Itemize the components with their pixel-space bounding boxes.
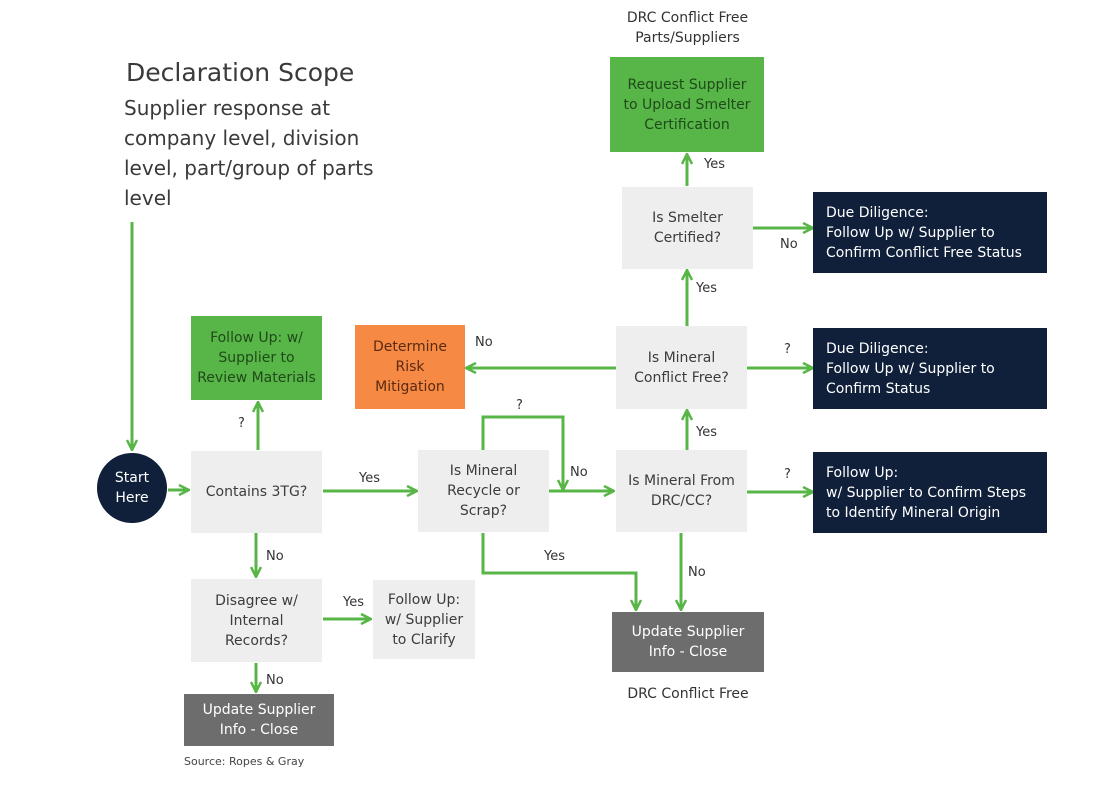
edge-label-yes-conflict-smelter: Yes	[696, 281, 717, 296]
edge-label-no-recycle: No	[570, 465, 588, 480]
action-update-supplier-close-left-label: Update Supplier Info - Close	[202, 702, 316, 738]
edge-label-yes-smelter-request: Yes	[704, 157, 725, 172]
decision-conflict-free[interactable]: Is Mineral Conflict Free?	[616, 326, 747, 409]
action-follow-up-review-materials-label: Follow Up: w/ Supplier to Review Materia…	[197, 330, 316, 386]
action-follow-up-mineral-origin[interactable]: Follow Up: w/ Supplier to Confirm Steps …	[813, 452, 1047, 533]
action-due-diligence-confirm-status-label: Due Diligence: Follow Up w/ Supplier to …	[826, 340, 995, 397]
declaration-scope-title: Declaration Scope	[126, 58, 355, 87]
action-due-diligence-conflict-free-status-label: Due Diligence: Follow Up w/ Supplier to …	[826, 204, 1022, 261]
edge-label-review: ?	[238, 416, 245, 431]
edge-label-no-disagree: No	[266, 549, 284, 564]
start-node[interactable]: Start Here	[97, 453, 167, 523]
action-follow-up-clarify[interactable]: Follow Up: w/ Supplier to Clarify	[373, 580, 475, 659]
decision-disagree-internal-records-label: Disagree w/ Internal Records?	[215, 592, 298, 649]
action-follow-up-clarify-label: Follow Up: w/ Supplier to Clarify	[384, 591, 464, 648]
action-due-diligence-confirm-status[interactable]: Due Diligence: Follow Up w/ Supplier to …	[813, 328, 1047, 409]
decision-contains-3tg-label: Contains 3TG?	[205, 484, 308, 500]
edge-label-no-drc-close: No	[688, 565, 706, 580]
edge-label-no-risk: No	[475, 335, 493, 350]
action-update-supplier-close-right-label: Update Supplier Info - Close	[631, 624, 745, 660]
edge-label-no-smelter: No	[780, 237, 798, 252]
caption-drc-conflict-free: DRC Conflict Free	[627, 686, 749, 702]
decision-from-drc-cc-label: Is Mineral From DRC/CC?	[628, 473, 735, 509]
decision-contains-3tg[interactable]: Contains 3TG?	[191, 451, 322, 533]
decision-from-drc-cc[interactable]: Is Mineral From DRC/CC?	[616, 450, 747, 532]
action-update-supplier-close-right[interactable]: Update Supplier Info - Close	[612, 612, 764, 672]
edge-label-yes-recycle: Yes	[359, 471, 380, 486]
action-determine-risk-mitigation-label: Determine Risk Mitigation	[372, 339, 448, 395]
decision-smelter-certified-label: Is Smelter Certified?	[652, 210, 723, 246]
declaration-scope-description: Supplier response at company level, divi…	[124, 96, 374, 210]
action-request-smelter-certification-label: Request Supplier to Upload Smelter Certi…	[623, 76, 751, 133]
action-request-smelter-certification[interactable]: Request Supplier to Upload Smelter Certi…	[610, 57, 764, 152]
edge-label-yes-recycle-close: Yes	[544, 549, 565, 564]
arrow-recycle-to-close	[481, 533, 636, 610]
edge-label-yes-clarify: Yes	[343, 595, 364, 610]
action-determine-risk-mitigation[interactable]: Determine Risk Mitigation	[355, 325, 465, 409]
decision-conflict-free-label: Is Mineral Conflict Free?	[634, 349, 729, 386]
action-update-supplier-close-left[interactable]: Update Supplier Info - Close	[184, 694, 334, 746]
action-due-diligence-conflict-free-status[interactable]: Due Diligence: Follow Up w/ Supplier to …	[813, 192, 1047, 273]
decision-recycle-or-scrap[interactable]: Is Mineral Recycle or Scrap?	[418, 450, 549, 532]
decision-disagree-internal-records[interactable]: Disagree w/ Internal Records?	[191, 579, 322, 662]
edge-label-recycle-loop: ?	[516, 398, 523, 413]
edge-label-yes-drc-conflict: Yes	[696, 425, 717, 440]
edge-label-no-close-left: No	[266, 673, 284, 688]
decision-smelter-certified[interactable]: Is Smelter Certified?	[622, 187, 753, 269]
edge-label-conflict-status: ?	[784, 342, 791, 357]
action-follow-up-mineral-origin-label: Follow Up: w/ Supplier to Confirm Steps …	[826, 464, 1027, 521]
caption-drc-conflict-free-parts: DRC Conflict Free Parts/Suppliers	[626, 10, 749, 46]
action-follow-up-review-materials[interactable]: Follow Up: w/ Supplier to Review Materia…	[191, 316, 322, 400]
decision-recycle-or-scrap-label: Is Mineral Recycle or Scrap?	[447, 463, 520, 519]
source-credit: Source: Ropes & Gray	[184, 755, 305, 768]
start-node-label: Start Here	[114, 470, 150, 506]
edge-label-drc-origin: ?	[784, 467, 791, 482]
